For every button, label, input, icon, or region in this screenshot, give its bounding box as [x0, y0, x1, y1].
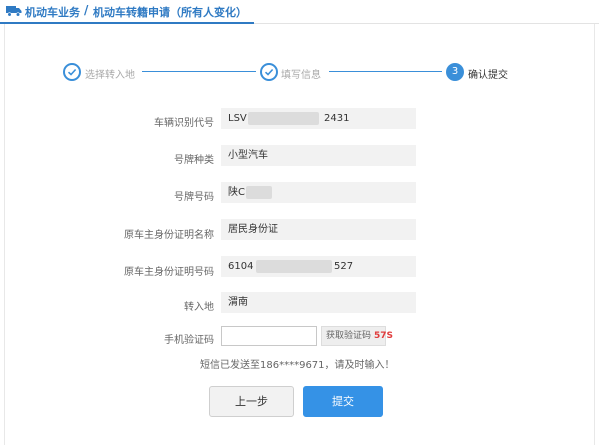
frame-border-left	[4, 24, 5, 445]
sms-sent-hint: 短信已发送至186****9671，请及时输入！	[200, 360, 395, 371]
frame-border-right	[594, 24, 595, 445]
destination-label: 转入地	[184, 302, 214, 313]
title-underline	[0, 22, 254, 24]
top-bar: 机动车业务 / 机动车转籍申请（所有人变化）	[0, 0, 599, 24]
id-type-label: 原车主身份证明名称	[124, 230, 214, 241]
breadcrumb-separator: /	[84, 3, 89, 17]
id-number-redaction	[256, 260, 332, 273]
plate-type-value: 小型汽车	[221, 145, 416, 166]
vin-redaction	[248, 112, 319, 125]
vin-suffix: 2431	[324, 113, 350, 124]
sms-countdown: 57S	[374, 331, 394, 341]
id-number-suffix: 527	[334, 261, 354, 272]
breadcrumb-parent[interactable]: 机动车业务	[25, 4, 80, 20]
id-number-value: 6104 527	[221, 256, 416, 277]
id-type-value: 居民身份证	[221, 219, 416, 240]
plate-number-redaction	[246, 186, 272, 199]
step-1-label: 选择转入地	[85, 70, 135, 81]
id-number-label: 原车主身份证明号码	[124, 267, 214, 278]
step-connector-1	[142, 71, 256, 72]
plate-number-label: 号牌号码	[174, 192, 214, 203]
vin-value: LSV 2431	[221, 108, 416, 129]
submit-button[interactable]: 提交	[303, 386, 383, 417]
vin-label: 车辆识别代号	[154, 118, 214, 129]
step-2-check-icon	[260, 63, 278, 81]
id-number-prefix: 6104	[228, 261, 254, 272]
page-title: 机动车转籍申请（所有人变化）	[93, 6, 247, 19]
destination-value: 渭南	[221, 292, 416, 313]
step-2-label: 填写信息	[281, 70, 321, 81]
previous-step-button[interactable]: 上一步	[209, 386, 294, 417]
get-sms-code-label: 获取验证码	[326, 331, 372, 341]
truck-icon	[6, 6, 22, 17]
step-3-number: 3	[446, 63, 464, 81]
step-connector-2	[329, 71, 442, 72]
plate-number-prefix: 陕C	[228, 187, 245, 198]
plate-type-label: 号牌种类	[174, 155, 214, 166]
step-3-label: 确认提交	[468, 70, 508, 81]
sms-code-label: 手机验证码	[164, 335, 214, 346]
sms-code-input[interactable]	[221, 326, 317, 346]
plate-number-value: 陕C	[221, 182, 416, 203]
get-sms-code-button[interactable]: 获取验证码 57S	[321, 326, 393, 346]
step-1-check-icon	[63, 63, 81, 81]
vin-prefix: LSV	[228, 113, 247, 124]
